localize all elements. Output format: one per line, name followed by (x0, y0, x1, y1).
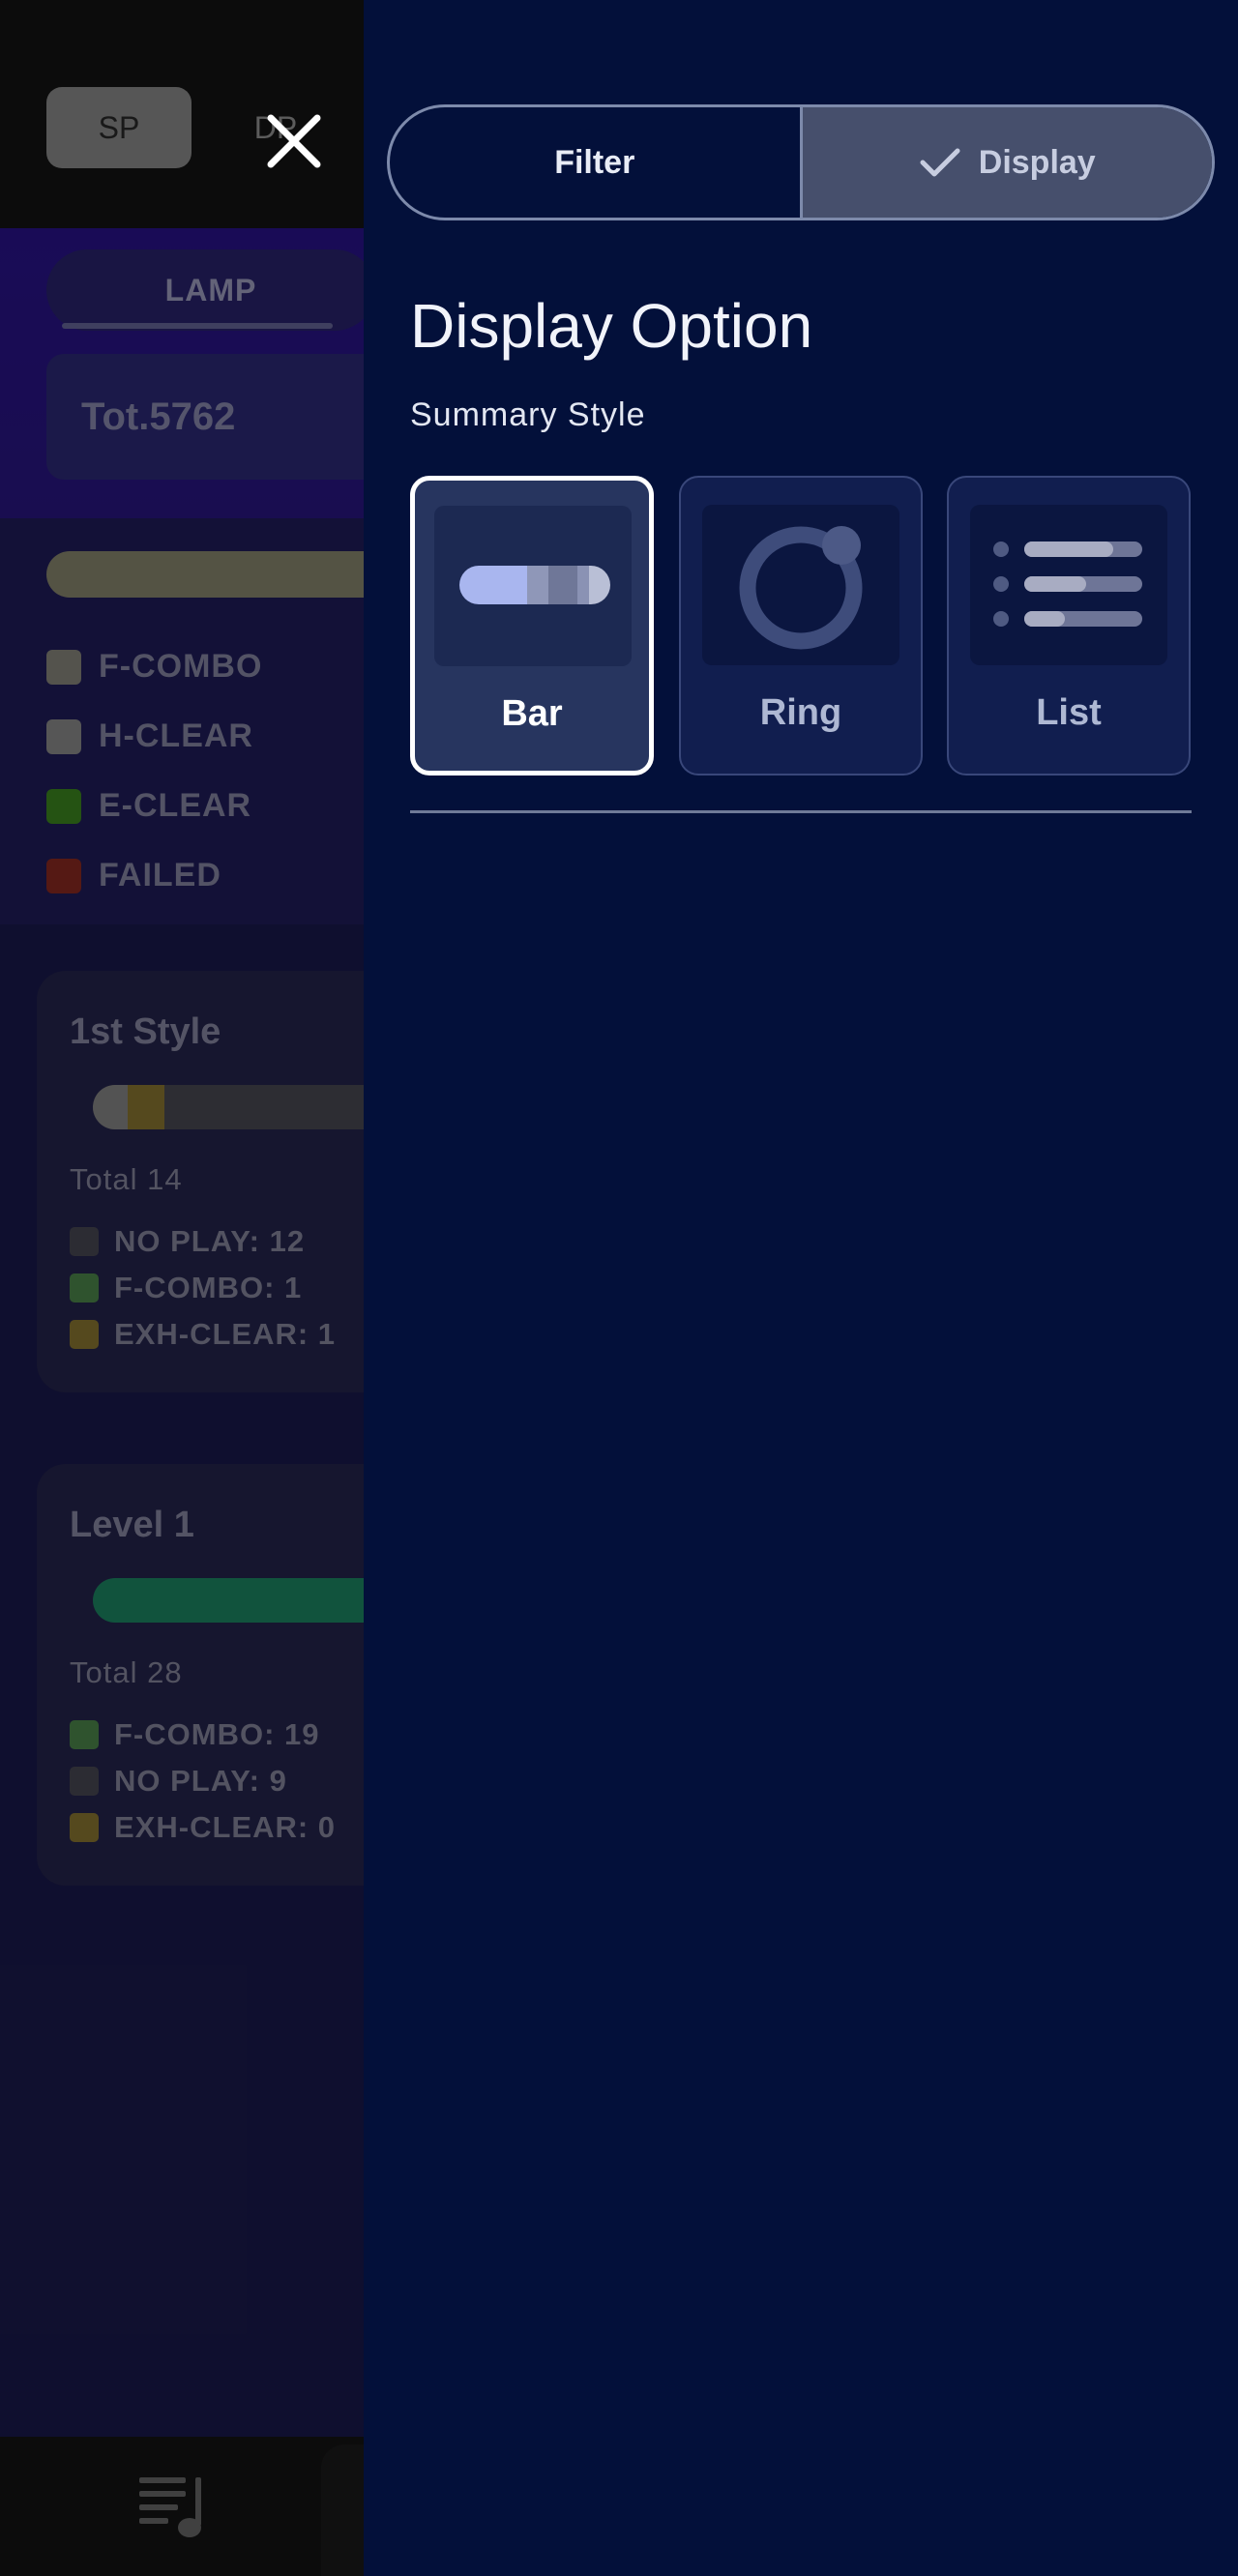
tab-display[interactable]: Display (799, 107, 1212, 218)
style-option-label: Ring (759, 692, 842, 733)
bar-style-icon (434, 506, 632, 666)
list-style-icon (970, 505, 1167, 665)
drawer-scrim[interactable] (0, 0, 364, 2576)
close-button[interactable] (253, 101, 335, 182)
style-option-label: Bar (501, 693, 563, 734)
tab-filter-label: Filter (554, 143, 635, 181)
style-option-list[interactable]: List (947, 476, 1191, 776)
divider (410, 810, 1192, 813)
page-title: Display Option (410, 291, 813, 361)
check-icon (920, 148, 960, 177)
section-label: Summary Style (410, 396, 646, 433)
style-option-label: List (1036, 692, 1102, 733)
tab-filter[interactable]: Filter (390, 107, 800, 218)
style-option-ring[interactable]: Ring (679, 476, 923, 776)
ring-style-icon (702, 505, 899, 665)
tab-display-label: Display (978, 143, 1096, 181)
style-option-bar[interactable]: Bar (410, 476, 654, 776)
display-option-drawer: Filter Display Display Option Summary St… (364, 0, 1238, 2576)
close-icon (267, 114, 321, 168)
drawer-tab-switch: Filter Display (387, 104, 1215, 220)
